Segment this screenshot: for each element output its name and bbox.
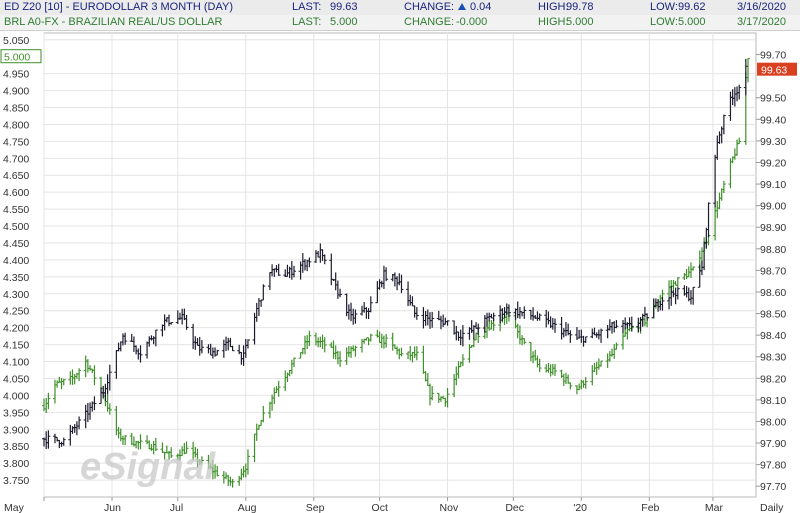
last-label: LAST: xyxy=(292,16,322,28)
eurodollar-series xyxy=(42,58,748,449)
left-tick-label: 4.500 xyxy=(3,221,29,233)
left-tick-label: 3.750 xyxy=(3,475,29,487)
x-tick-label: Jul xyxy=(170,502,183,513)
change-up-icon xyxy=(456,0,470,15)
brl-series xyxy=(42,58,750,488)
left-tick-label: 4.950 xyxy=(3,69,29,81)
date-value: 3/17/2020 xyxy=(737,16,786,28)
left-axis: 3.750 3.800 3.850 3.900 3.950 4.000 4.050 4.100… xyxy=(3,35,29,487)
date-value: 3/16/2020 xyxy=(737,1,786,13)
right-tick-label: 97.90 xyxy=(760,438,786,450)
x-tick-label: Aug xyxy=(238,502,257,513)
high-label: HIGH: xyxy=(538,1,569,13)
low-label: LOW: xyxy=(650,16,678,28)
right-tick-label: 99.10 xyxy=(760,179,786,191)
symbol-title: BRL A0-FX - BRAZILIAN REAL/US DOLLAR xyxy=(4,16,223,28)
right-tick-label: 98.80 xyxy=(760,244,786,256)
left-tick-label: 4.450 xyxy=(3,238,29,250)
x-tick-label: Daily xyxy=(760,502,784,513)
left-tick-label: 4.600 xyxy=(3,187,29,199)
last-value: 5.000 xyxy=(330,16,358,28)
right-tick-label: 99.00 xyxy=(760,201,786,213)
left-tick-label: 4.400 xyxy=(3,255,29,267)
right-tick-label: 99.50 xyxy=(760,93,786,105)
right-tick-label: 98.20 xyxy=(760,373,786,385)
high-value: 5.000 xyxy=(566,16,594,28)
x-tick-label: May xyxy=(4,502,25,513)
change-label: CHANGE: xyxy=(404,16,455,28)
left-tick-label: 5.050 xyxy=(3,35,29,47)
right-tick-label: 98.30 xyxy=(760,352,786,364)
right-tick-label: 99.40 xyxy=(760,114,786,126)
low-label: LOW: xyxy=(650,1,678,13)
left-tick-label: 4.250 xyxy=(3,306,29,318)
right-tick-label: 99.20 xyxy=(760,157,786,169)
left-tick-label: 4.550 xyxy=(3,204,29,216)
left-tick-label: 4.350 xyxy=(3,272,29,284)
right-tick-label: 98.70 xyxy=(760,265,786,277)
change-value: 0.04 xyxy=(470,1,492,13)
right-axis: 97.70 97.80 97.90 98.00 98.10 98.20 98.30 98.40… xyxy=(756,50,786,493)
right-tick-label: 98.60 xyxy=(760,287,786,299)
ed-last-tag-label: 99.63 xyxy=(761,65,787,77)
change-label: CHANGE: xyxy=(404,1,455,13)
right-tick-label: 99.70 xyxy=(760,50,786,62)
low-value: 99.62 xyxy=(678,1,706,13)
right-tick-label: 98.50 xyxy=(760,309,786,321)
right-tick-label: 99.30 xyxy=(760,136,786,148)
left-tick-label: 4.850 xyxy=(3,103,29,115)
left-tick-label: 4.300 xyxy=(3,289,29,301)
left-tick-label: 3.850 xyxy=(3,441,29,453)
left-tick-label: 4.700 xyxy=(3,153,29,165)
left-tick-label: 4.750 xyxy=(3,136,29,148)
x-tick-label: Oct xyxy=(372,502,388,513)
left-tick-label: 4.000 xyxy=(3,390,29,402)
price-chart[interactable]: eSignal 3.750 3.800 3.850 3.900 3.950 4.000 4.… xyxy=(0,31,800,513)
left-tick-label: 4.900 xyxy=(3,86,29,98)
left-tick-label: 4.200 xyxy=(3,323,29,335)
right-tick-label: 98.90 xyxy=(760,222,786,234)
x-tick-label: '20 xyxy=(573,502,587,513)
high-label: HIGH: xyxy=(538,16,569,28)
x-tick-label: Sep xyxy=(306,502,325,513)
last-label: LAST: xyxy=(292,1,322,13)
left-tick-label: 4.650 xyxy=(3,170,29,182)
low-value: 5.000 xyxy=(678,16,706,28)
right-tick-label: 98.10 xyxy=(760,395,786,407)
brl-last-tag-label: 5.000 xyxy=(4,52,30,64)
x-tick-label: Dec xyxy=(505,502,524,513)
right-tick-label: 97.70 xyxy=(760,481,786,493)
right-tick-label: 97.80 xyxy=(760,460,786,472)
header-row-eurodollar: ED Z20 [10] - EURODOLLAR 3 MONTH (DAY) L… xyxy=(0,0,800,16)
x-tick-label: Jun xyxy=(104,502,121,513)
x-tick-label: Feb xyxy=(641,502,659,513)
symbol-title: ED Z20 [10] - EURODOLLAR 3 MONTH (DAY) xyxy=(4,1,234,13)
grid xyxy=(43,32,757,498)
right-tick-label: 98.00 xyxy=(760,416,786,428)
high-value: 99.78 xyxy=(566,1,594,13)
change-value: -0.000 xyxy=(456,16,488,28)
left-tick-label: 3.800 xyxy=(3,458,29,470)
last-value: 99.63 xyxy=(330,1,358,13)
left-tick-label: 4.050 xyxy=(3,373,29,385)
left-tick-label: 4.800 xyxy=(3,119,29,131)
left-tick-label: 3.900 xyxy=(3,424,29,436)
right-tick-label: 98.40 xyxy=(760,330,786,342)
x-axis: May Jun Jul Aug Sep Oct Nov Dec '20 Feb Mar Daily xyxy=(4,497,784,513)
header-row-brl: BRL A0-FX - BRAZILIAN REAL/US DOLLAR LAS… xyxy=(0,15,800,31)
left-tick-label: 3.950 xyxy=(3,407,29,419)
last-value-tags: 5.000 99.63 xyxy=(0,49,797,77)
x-tick-label: Nov xyxy=(440,502,459,513)
left-tick-label: 4.150 xyxy=(3,340,29,352)
left-tick-label: 4.100 xyxy=(3,357,29,369)
esignal-watermark: eSignal xyxy=(80,446,217,488)
x-tick-label: Mar xyxy=(705,502,724,513)
